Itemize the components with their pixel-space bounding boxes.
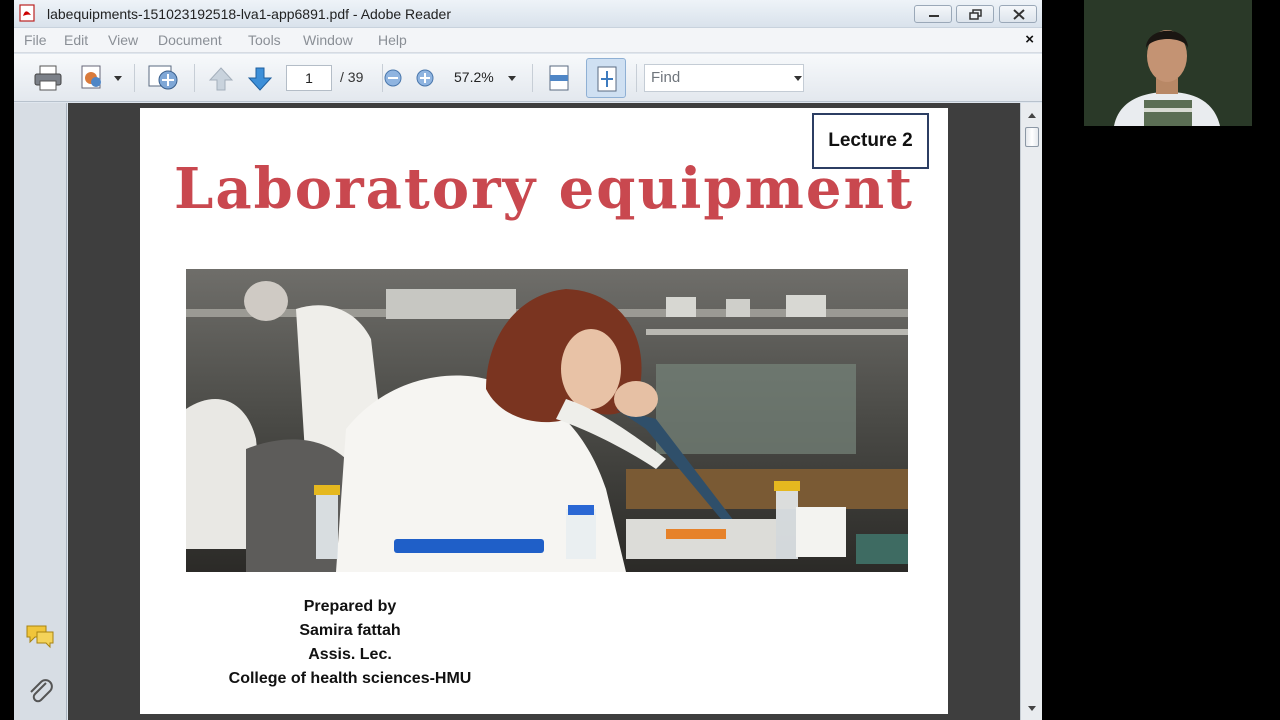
credits-line: Prepared by bbox=[303, 598, 397, 615]
toolbar-separator bbox=[194, 64, 195, 92]
page-title: Laboratory equipment bbox=[173, 156, 915, 222]
credits-line: College of health sciences-HMU bbox=[228, 670, 472, 687]
scroll-down-icon[interactable] bbox=[1027, 705, 1037, 713]
zoom-dropdown-arrow-icon[interactable] bbox=[508, 76, 516, 81]
menu-tools[interactable]: Tools bbox=[248, 32, 281, 48]
page-number-input[interactable]: 1 bbox=[286, 65, 332, 91]
pdf-icon bbox=[19, 4, 35, 22]
toolbar-separator bbox=[532, 64, 533, 92]
menu-help[interactable]: Help bbox=[378, 32, 407, 48]
menu-edit[interactable]: Edit bbox=[64, 32, 88, 48]
share-dropdown-arrow-icon[interactable] bbox=[114, 76, 122, 81]
fit-page-button[interactable] bbox=[586, 58, 626, 98]
collaborate-icon[interactable] bbox=[146, 62, 182, 94]
print-icon[interactable] bbox=[32, 64, 64, 92]
fit-page-icon bbox=[597, 66, 617, 92]
laboratory-photo bbox=[186, 269, 908, 572]
menu-file[interactable]: File bbox=[24, 32, 47, 48]
restore-button[interactable] bbox=[956, 5, 994, 23]
webcam-overlay bbox=[1084, 0, 1252, 126]
close-icon bbox=[1013, 9, 1025, 20]
share-icon[interactable] bbox=[78, 63, 112, 93]
menu-bar: File Edit View Document Tools Window Hel… bbox=[14, 28, 1042, 53]
credits-line: Assis. Lec. bbox=[308, 646, 392, 663]
credits-line: Samira fattah bbox=[299, 622, 401, 639]
minimize-icon bbox=[929, 15, 939, 17]
close-document-button[interactable]: × bbox=[1025, 31, 1034, 48]
toolbar-separator bbox=[636, 64, 637, 92]
attachment-icon[interactable] bbox=[26, 675, 54, 705]
toolbar-separator bbox=[134, 64, 135, 92]
pdf-page: Lecture 2 Laboratory equipment Prepared … bbox=[140, 108, 948, 714]
title-bar: labequipments-151023192518-lva1-app6891.… bbox=[14, 0, 1042, 28]
minimize-button[interactable] bbox=[914, 5, 952, 23]
fit-width-icon[interactable] bbox=[546, 64, 572, 92]
comments-icon[interactable] bbox=[24, 623, 56, 649]
previous-page-icon[interactable] bbox=[207, 66, 235, 92]
restore-icon bbox=[969, 9, 982, 20]
navigation-pane bbox=[14, 103, 67, 720]
find-input[interactable]: Find bbox=[644, 64, 804, 92]
scroll-up-icon[interactable] bbox=[1027, 111, 1037, 119]
vertical-scrollbar[interactable] bbox=[1020, 103, 1042, 720]
toolbar: 1 / 39 57.2% Find bbox=[14, 54, 1042, 102]
page-total: / 39 bbox=[340, 69, 364, 85]
find-dropdown-arrow-icon[interactable] bbox=[794, 76, 802, 81]
credits-block: Prepared by Samira fattah Assis. Lec. Co… bbox=[200, 595, 500, 691]
menu-window[interactable]: Window bbox=[303, 32, 353, 48]
zoom-out-icon[interactable] bbox=[383, 68, 403, 88]
zoom-in-icon[interactable] bbox=[415, 68, 435, 88]
menu-view[interactable]: View bbox=[108, 32, 138, 48]
menu-document[interactable]: Document bbox=[158, 32, 222, 48]
scrollbar-thumb[interactable] bbox=[1025, 127, 1039, 147]
zoom-level-field[interactable]: 57.2% bbox=[448, 65, 528, 91]
window-title: labequipments-151023192518-lva1-app6891.… bbox=[47, 6, 451, 22]
next-page-icon[interactable] bbox=[246, 66, 274, 92]
close-window-button[interactable] bbox=[999, 5, 1037, 23]
